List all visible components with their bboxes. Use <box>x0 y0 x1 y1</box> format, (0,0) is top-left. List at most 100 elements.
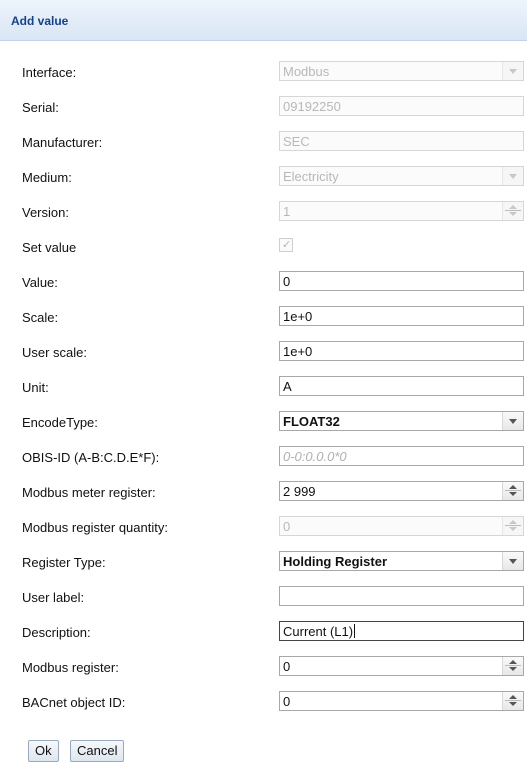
cancel-button[interactable]: Cancel <box>70 740 125 762</box>
register-type-select[interactable]: Holding Register <box>279 551 524 571</box>
register-type-row: Register Type: Holding Register <box>0 551 527 573</box>
obis-id-input[interactable]: 0-0:0.0.0*0 <box>279 446 524 466</box>
modbus-meter-register-row: Modbus meter register: 2 999 <box>0 481 527 503</box>
encode-type-dropdown-trigger[interactable] <box>502 412 523 430</box>
value-label: Value: <box>22 275 58 290</box>
serial-field: 09192250 <box>279 96 524 116</box>
unit-label: Unit: <box>22 380 49 395</box>
obis-id-placeholder: 0-0:0.0.0*0 <box>283 449 347 464</box>
medium-row: Medium: Electricity <box>0 166 527 188</box>
register-type-label: Register Type: <box>22 555 106 570</box>
set-value-row: Set value ✓ <box>0 236 527 258</box>
modbus-register-row: Modbus register: 0 <box>0 656 527 678</box>
spin-up-icon <box>509 660 517 664</box>
spin-up-icon <box>509 520 517 524</box>
modbus-meter-register-value: 2 999 <box>283 484 316 499</box>
serial-label: Serial: <box>22 100 59 115</box>
interface-label: Interface: <box>22 65 77 80</box>
user-label-label: User label: <box>22 590 85 605</box>
user-scale-row: User scale: 1e+0 <box>0 341 527 363</box>
encode-type-row: EncodeType: FLOAT32 <box>0 411 527 433</box>
spin-down-icon <box>509 492 517 496</box>
scale-label: Scale: <box>22 310 59 325</box>
medium-select: Electricity <box>279 166 524 186</box>
user-scale-label: User scale: <box>22 345 88 360</box>
scale-row: Scale: 1e+0 <box>0 306 527 328</box>
spin-up-icon <box>509 205 517 209</box>
user-scale-input[interactable]: 1e+0 <box>279 341 524 361</box>
modbus-meter-register-stepper[interactable]: 2 999 <box>279 481 524 501</box>
modbus-meter-register-spinner[interactable] <box>502 482 523 500</box>
bacnet-object-id-value: 0 <box>283 694 291 709</box>
set-value-label: Set value <box>22 240 77 255</box>
dialog-title: Add value <box>11 14 69 28</box>
interface-value: Modbus <box>283 64 330 79</box>
scale-text: 1e+0 <box>283 309 313 324</box>
encode-type-select[interactable]: FLOAT32 <box>279 411 524 431</box>
encode-type-label: EncodeType: <box>22 415 98 430</box>
encode-type-value: FLOAT32 <box>283 414 340 429</box>
medium-label: Medium: <box>22 170 72 185</box>
chevron-down-icon <box>509 419 517 424</box>
unit-text: A <box>283 379 292 394</box>
description-row: Description: Current (L1) <box>0 621 527 643</box>
register-type-dropdown-trigger[interactable] <box>502 552 523 570</box>
modbus-register-quantity-value: 0 <box>283 519 291 534</box>
unit-input[interactable]: A <box>279 376 524 396</box>
bacnet-object-id-spinner[interactable] <box>502 692 523 710</box>
version-label: Version: <box>22 205 69 220</box>
spin-down-icon <box>509 702 517 706</box>
dialog-header: Add value <box>0 0 527 41</box>
user-label-row: User label: <box>0 586 527 608</box>
manufacturer-value: SEC <box>283 134 310 149</box>
register-type-value: Holding Register <box>283 554 388 569</box>
modbus-register-label: Modbus register: <box>22 660 119 675</box>
user-scale-text: 1e+0 <box>283 344 313 359</box>
ok-button[interactable]: Ok <box>28 740 59 762</box>
modbus-register-spinner[interactable] <box>502 657 523 675</box>
interface-row: Interface: Modbus <box>0 61 527 83</box>
checkmark-icon: ✓ <box>282 239 292 251</box>
description-text: Current (L1) <box>283 624 354 639</box>
modbus-register-quantity-label: Modbus register quantity: <box>22 520 168 535</box>
modbus-register-quantity-stepper: 0 <box>279 516 524 536</box>
version-row: Version: 1 <box>0 201 527 223</box>
medium-dropdown-trigger <box>502 167 523 185</box>
value-row: Value: 0 <box>0 271 527 293</box>
modbus-register-value: 0 <box>283 659 291 674</box>
bacnet-object-id-row: BACnet object ID: 0 <box>0 691 527 713</box>
version-spinner <box>502 202 523 220</box>
modbus-register-quantity-spinner <box>502 517 523 535</box>
bacnet-object-id-stepper[interactable]: 0 <box>279 691 524 711</box>
chevron-down-icon <box>509 69 517 74</box>
version-value: 1 <box>283 204 291 219</box>
spin-up-icon <box>509 485 517 489</box>
bacnet-object-id-label: BACnet object ID: <box>22 695 126 710</box>
obis-id-label: OBIS-ID (A-B:C.D.E*F): <box>22 450 160 465</box>
chevron-down-icon <box>509 559 517 564</box>
description-label: Description: <box>22 625 91 640</box>
version-stepper: 1 <box>279 201 524 221</box>
modbus-register-stepper[interactable]: 0 <box>279 656 524 676</box>
chevron-down-icon <box>509 174 517 179</box>
value-input[interactable]: 0 <box>279 271 524 291</box>
obis-id-row: OBIS-ID (A-B:C.D.E*F): 0-0:0.0.0*0 <box>0 446 527 468</box>
spin-down-icon <box>509 527 517 531</box>
set-value-checkbox: ✓ <box>279 238 293 252</box>
spin-down-icon <box>509 212 517 216</box>
modbus-register-quantity-row: Modbus register quantity: 0 <box>0 516 527 538</box>
unit-row: Unit: A <box>0 376 527 398</box>
interface-dropdown-trigger <box>502 62 523 80</box>
manufacturer-row: Manufacturer: SEC <box>0 131 527 153</box>
interface-select: Modbus <box>279 61 524 81</box>
user-label-input[interactable] <box>279 586 524 606</box>
text-caret <box>354 624 356 638</box>
description-input[interactable]: Current (L1) <box>279 621 524 641</box>
scale-input[interactable]: 1e+0 <box>279 306 524 326</box>
serial-value: 09192250 <box>283 99 341 114</box>
value-text: 0 <box>283 274 291 289</box>
spin-down-icon <box>509 667 517 671</box>
medium-value: Electricity <box>283 169 339 184</box>
manufacturer-label: Manufacturer: <box>22 135 103 150</box>
spin-up-icon <box>509 695 517 699</box>
